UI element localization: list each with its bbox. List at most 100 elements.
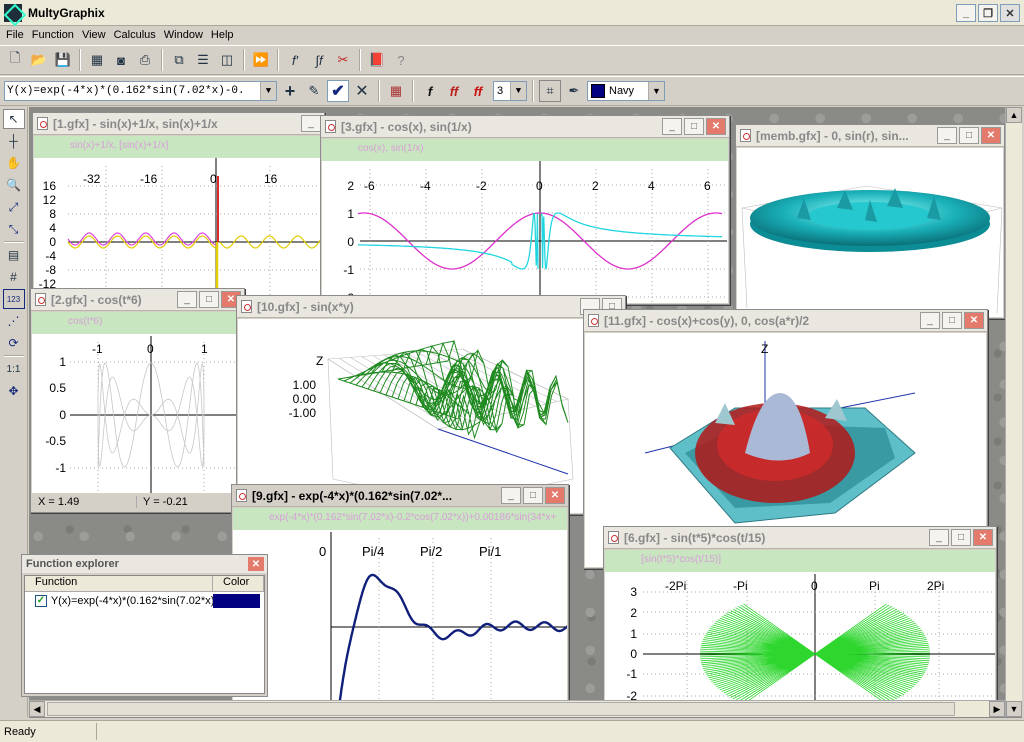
zoom-x-icon[interactable]: ⤢ [3,197,25,217]
menu-help[interactable]: Help [207,29,238,41]
graph-window-memb[interactable]: [memb.gfx] - 0, sin(r), sin... _ □ ✕ [735,124,1005,319]
function-color-swatch[interactable] [212,594,261,608]
legend-icon[interactable]: ▤ [3,245,25,265]
crosshair-icon[interactable]: ┼ [3,131,25,151]
axes-icon[interactable]: ⌗ [539,80,561,102]
minimize-button[interactable]: _ [662,118,682,135]
apply-check-icon[interactable]: ✔ [327,80,349,102]
scroll-thumb[interactable] [47,702,955,716]
menu-function[interactable]: Function [28,29,78,41]
close-button[interactable]: ✕ [706,118,726,135]
pen-icon[interactable]: ✒ [563,80,585,102]
minimize-button[interactable]: _ [929,529,949,546]
function-f-icon[interactable]: f [419,80,441,102]
delete-x-icon[interactable]: ✕ [351,80,373,102]
menu-file[interactable]: File [2,29,28,41]
pointer-icon[interactable]: ↖ [2,109,25,129]
save-icon[interactable]: 💾 [52,49,74,71]
checkbox[interactable]: ✓ [35,595,47,607]
menu-window[interactable]: Window [160,29,207,41]
numbers-icon[interactable]: 123 [2,289,25,309]
plot-canvas[interactable]: -32 -16 0 16 16 12 8 4 0 -4 -8 -12 [34,136,323,300]
window-title: [1.gfx] - sin(x)+1/x, sin(x)+1/x [53,116,218,131]
minimize-button[interactable]: _ [301,115,321,132]
restore-button[interactable]: ❐ [978,4,998,22]
minimize-button[interactable]: _ [956,4,976,22]
new-file-icon[interactable]: 🗋 [4,49,26,71]
maximize-button[interactable]: □ [951,529,971,546]
list-item[interactable]: ✓ Y(x)=exp(-4*x)*(0.162*sin(7.02*x)... [25,592,264,610]
plot-canvas[interactable]: 0 Pi/4 Pi/2 Pi/1 [233,508,567,712]
column-header-function[interactable]: Function [25,576,213,591]
plot-canvas[interactable]: -2Pi -Pi 0 Pi 2Pi 3 2 1 0 -1 -2 [605,550,995,714]
maximize-button[interactable]: □ [199,291,219,308]
minimize-button[interactable]: _ [177,291,197,308]
close-button[interactable]: ✕ [1000,4,1020,22]
maximize-button[interactable]: □ [942,312,962,329]
export-icon[interactable]: ▦ [86,49,108,71]
maximize-button[interactable]: □ [523,487,543,504]
open-folder-icon[interactable]: 📂 [28,49,50,71]
graph-window-1[interactable]: [1.gfx] - sin(x)+1/x, sin(x)+1/x _ sin(x… [32,112,325,302]
grid-icon[interactable]: # [3,267,25,287]
scale-one-to-one-button[interactable]: 1:1 [3,359,25,379]
y-tick-label: -4 [45,249,56,263]
minimize-button[interactable]: _ [501,487,521,504]
derivative-icon[interactable]: f′ [284,49,306,71]
root-finder-icon[interactable]: ✂ [332,49,354,71]
tile-horizontal-icon[interactable]: ☰ [192,49,214,71]
chevron-down-icon[interactable]: ▼ [648,82,664,100]
camera-icon[interactable]: ◙ [110,49,132,71]
chevron-down-icon[interactable]: ▼ [260,82,276,100]
fast-forward-icon[interactable]: ⏩ [250,49,272,71]
maximize-button[interactable]: □ [959,127,979,144]
graph-window-3[interactable]: [3.gfx] - cos(x), sin(1/x) _ □ ✕ cos(x), s… [320,115,730,305]
zoom-y-icon[interactable]: ⤡ [3,219,25,239]
print-icon[interactable]: ⎙ [134,49,156,71]
book-icon[interactable]: 📕 [366,49,388,71]
zoom-icon[interactable]: 🔍 [3,175,25,195]
minimize-button[interactable]: _ [937,127,957,144]
dotted-line-icon[interactable]: ⋰ [3,311,25,331]
formula-combo[interactable]: Y(x)=exp(-4*x)*(0.162*sin(7.02*x)-0. ▼ [4,81,277,101]
refresh-icon[interactable]: ⟳ [3,333,25,353]
function-ff-red-icon[interactable]: ff [467,80,489,102]
level-combo[interactable]: 3 ▼ [493,81,527,101]
scroll-down-icon[interactable]: ▼ [1006,701,1022,717]
tile-vertical-icon[interactable]: ◫ [216,49,238,71]
graph-window-6[interactable]: [6.gfx] - sin(t*5)*cos(t/15) _ □ ✕ [sin(t*… [603,526,997,716]
chevron-down-icon[interactable]: ▼ [510,82,526,100]
vertical-scrollbar[interactable]: ▲ ▼ [1005,107,1022,717]
edit-icon[interactable]: ✎ [303,80,325,102]
menu-calculus[interactable]: Calculus [110,29,160,41]
close-icon[interactable]: ✕ [248,557,264,571]
close-button[interactable]: ✕ [973,529,993,546]
minimize-button[interactable]: _ [920,312,940,329]
scroll-right-icon[interactable]: ▶ [989,701,1005,717]
scroll-left-icon[interactable]: ◀ [29,701,45,717]
horizontal-scrollbar[interactable]: ◀ ▶ [29,700,1005,717]
close-button[interactable]: ✕ [964,312,984,329]
graph-window-10[interactable]: [10.gfx] - sin(x*y) _ □ Z 1.00 0.00 -1.0… [236,295,626,515]
menu-view[interactable]: View [78,29,110,41]
help-pointer-icon[interactable]: ? [390,49,412,71]
window-title: [3.gfx] - cos(x), sin(1/x) [341,119,472,134]
color-combo[interactable]: Navy ▼ [587,81,665,101]
integral-icon[interactable]: ∫f [308,49,330,71]
graph-window-9[interactable]: [9.gfx] - exp(-4*x)*(0.162*sin(7.02*... … [231,484,569,714]
add-icon[interactable]: + [279,80,301,102]
maximize-button[interactable]: □ [684,118,704,135]
plot-canvas[interactable]: -6 -4 -2 0 2 4 6 2 1 0 -1 -2 [322,139,728,303]
close-button[interactable]: ✕ [545,487,565,504]
fit-view-icon[interactable]: ✥ [3,381,25,401]
plot-canvas-3d[interactable] [737,148,1003,317]
grid-table-icon[interactable]: ▦ [385,80,407,102]
column-header-color[interactable]: Color [213,576,264,591]
scroll-up-icon[interactable]: ▲ [1006,107,1022,123]
close-button[interactable]: ✕ [981,127,1001,144]
cascade-windows-icon[interactable]: ⧉ [168,49,190,71]
hand-pan-icon[interactable]: ✋ [3,153,25,173]
function-ff-icon[interactable]: ff [443,80,465,102]
plot-canvas[interactable]: -1 0 1 1 0.5 0 -0.5 -1 [32,312,243,494]
graph-window-2[interactable]: [2.gfx] - cos(t*6) _ □ ✕ cos(t*6) -1 0 1 1… [30,288,245,513]
